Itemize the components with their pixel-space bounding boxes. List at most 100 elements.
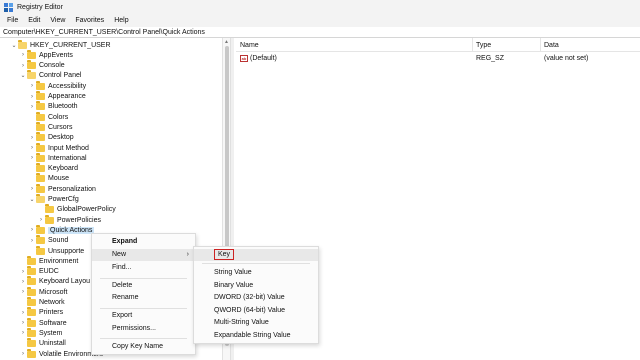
folder-icon bbox=[45, 214, 54, 224]
folder-icon bbox=[27, 317, 36, 327]
table-row[interactable]: ab (Default) REG_SZ (value not set) bbox=[236, 54, 640, 64]
chevron-right-icon[interactable]: › bbox=[19, 287, 27, 297]
column-type[interactable]: Type bbox=[476, 42, 491, 49]
menu-item-permissions[interactable]: Permissions... bbox=[92, 323, 195, 335]
chevron-right-icon[interactable]: › bbox=[28, 236, 36, 246]
tree-item-label: Console bbox=[39, 62, 65, 70]
tree-item-label: AppEvents bbox=[39, 51, 73, 59]
tree-item[interactable]: › Keyboard Layou bbox=[19, 276, 90, 287]
tree-item[interactable]: › EUDC bbox=[19, 266, 59, 277]
menu-item-find[interactable]: Find... bbox=[92, 262, 195, 274]
tree-item[interactable]: Unsupporte bbox=[28, 245, 85, 256]
tree-item[interactable]: Keyboard bbox=[28, 163, 78, 174]
chevron-right-icon[interactable]: › bbox=[19, 328, 27, 338]
chevron-down-icon[interactable]: ⌄ bbox=[19, 71, 27, 81]
tree-item[interactable]: › Personalization bbox=[28, 183, 96, 194]
tree-item[interactable]: › System bbox=[19, 327, 62, 338]
tree-item[interactable]: › Microsoft bbox=[19, 286, 67, 297]
chevron-right-icon[interactable]: › bbox=[28, 153, 36, 163]
folder-icon bbox=[36, 132, 45, 142]
folder-icon bbox=[27, 49, 36, 59]
menu-item-copy-key-name[interactable]: Copy Key Name bbox=[92, 341, 195, 353]
tree-item[interactable]: Mouse bbox=[28, 173, 69, 184]
tree-item[interactable]: ⌄ PowerCfg bbox=[28, 194, 79, 205]
tree-item-label: GlobalPowerPolicy bbox=[57, 206, 116, 214]
chevron-right-icon[interactable]: › bbox=[19, 61, 27, 71]
tree-item[interactable]: GlobalPowerPolicy bbox=[37, 204, 116, 215]
folder-icon bbox=[27, 276, 36, 286]
submenu-item-qword-value[interactable]: QWORD (64-bit) Value bbox=[194, 305, 318, 317]
value-type: REG_SZ bbox=[476, 55, 505, 62]
column-name[interactable]: Name bbox=[240, 42, 259, 49]
tree-item[interactable]: › Input Method bbox=[28, 142, 89, 153]
submenu-item-multi-string-value[interactable]: Multi-String Value bbox=[194, 317, 318, 329]
tree-item[interactable]: › Sound bbox=[28, 235, 68, 246]
submenu-item-expandable-string-value[interactable]: Expandable String Value bbox=[194, 330, 318, 342]
tree-item[interactable]: Environment bbox=[19, 255, 78, 266]
chevron-right-icon[interactable]: › bbox=[19, 318, 27, 328]
tree-item[interactable]: Network bbox=[19, 297, 65, 308]
chevron-down-icon[interactable]: ⌄ bbox=[10, 40, 18, 50]
tree-item[interactable]: › Software bbox=[19, 317, 67, 328]
tree-item-label: Input Method bbox=[48, 144, 89, 152]
tree-item[interactable]: › Bluetooth bbox=[28, 101, 78, 112]
tree-item[interactable]: › Appearance bbox=[28, 91, 86, 102]
menu-favorites[interactable]: Favorites bbox=[70, 17, 109, 24]
chevron-right-icon[interactable]: › bbox=[19, 277, 27, 287]
chevron-right-icon[interactable]: › bbox=[28, 102, 36, 112]
tree-item[interactable]: › AppEvents bbox=[19, 49, 73, 60]
chevron-right-icon[interactable]: › bbox=[28, 133, 36, 143]
submenu-item-string-value[interactable]: String Value bbox=[194, 267, 318, 279]
chevron-right-icon[interactable]: › bbox=[19, 267, 27, 277]
folder-icon bbox=[45, 204, 54, 214]
menu-help[interactable]: Help bbox=[109, 17, 133, 24]
tree-item-label: International bbox=[48, 154, 87, 162]
chevron-right-icon[interactable]: › bbox=[37, 215, 45, 225]
menu-item-delete[interactable]: Delete bbox=[92, 280, 195, 292]
menu-item-expand[interactable]: Expand bbox=[92, 236, 195, 248]
list-header: Name Type Data bbox=[236, 38, 640, 52]
tree-item[interactable]: › Desktop bbox=[28, 132, 74, 143]
tree-item[interactable]: › Quick Actions bbox=[28, 224, 95, 235]
address-bar[interactable]: Computer\HKEY_CURRENT_USER\Control Panel… bbox=[0, 27, 640, 38]
tree-item[interactable]: ⌄ HKEY_CURRENT_USER bbox=[10, 39, 111, 50]
chevron-right-icon[interactable]: › bbox=[19, 50, 27, 60]
menu-item-new[interactable]: New › bbox=[92, 249, 195, 261]
submenu-item-key[interactable]: Key bbox=[194, 249, 318, 261]
column-data[interactable]: Data bbox=[544, 42, 559, 49]
menu-item-rename[interactable]: Rename bbox=[92, 292, 195, 304]
tree-item[interactable]: › Printers bbox=[19, 307, 63, 318]
tree-item-label: Bluetooth bbox=[48, 103, 78, 111]
submenu-item-binary-value[interactable]: Binary Value bbox=[194, 280, 318, 292]
menu-view[interactable]: View bbox=[45, 17, 70, 24]
tree-item[interactable]: › PowerPolicies bbox=[37, 214, 101, 225]
chevron-right-icon[interactable]: › bbox=[28, 81, 36, 91]
tree-item[interactable]: › Console bbox=[19, 60, 65, 71]
menu-item-export[interactable]: Export bbox=[92, 310, 195, 322]
tree-item[interactable]: Cursors bbox=[28, 121, 73, 132]
chevron-right-icon[interactable]: › bbox=[28, 143, 36, 153]
menu-separator bbox=[202, 263, 310, 264]
menu-file[interactable]: File bbox=[2, 17, 23, 24]
tree-item[interactable]: Uninstall bbox=[19, 338, 66, 349]
tree-item[interactable]: › Accessibility bbox=[28, 80, 86, 91]
value-name-cell: ab (Default) bbox=[240, 55, 277, 62]
tree-item[interactable]: › International bbox=[28, 152, 87, 163]
scroll-up-icon[interactable]: ▲ bbox=[224, 39, 229, 45]
chevron-right-icon[interactable]: › bbox=[28, 184, 36, 194]
tree-item[interactable]: Colors bbox=[28, 111, 68, 122]
chevron-right-icon[interactable]: › bbox=[28, 225, 36, 235]
chevron-down-icon[interactable]: ⌄ bbox=[28, 195, 36, 205]
submenu-item-dword-value[interactable]: DWORD (32-bit) Value bbox=[194, 292, 318, 304]
tree-item-label: Unsupporte bbox=[48, 247, 85, 255]
menu-edit[interactable]: Edit bbox=[23, 17, 45, 24]
tree-item[interactable]: ⌄ Control Panel bbox=[19, 70, 81, 81]
chevron-right-icon[interactable]: › bbox=[19, 308, 27, 318]
chevron-right-icon[interactable]: › bbox=[19, 349, 27, 359]
chevron-right-icon[interactable]: › bbox=[28, 92, 36, 102]
folder-icon bbox=[36, 183, 45, 193]
